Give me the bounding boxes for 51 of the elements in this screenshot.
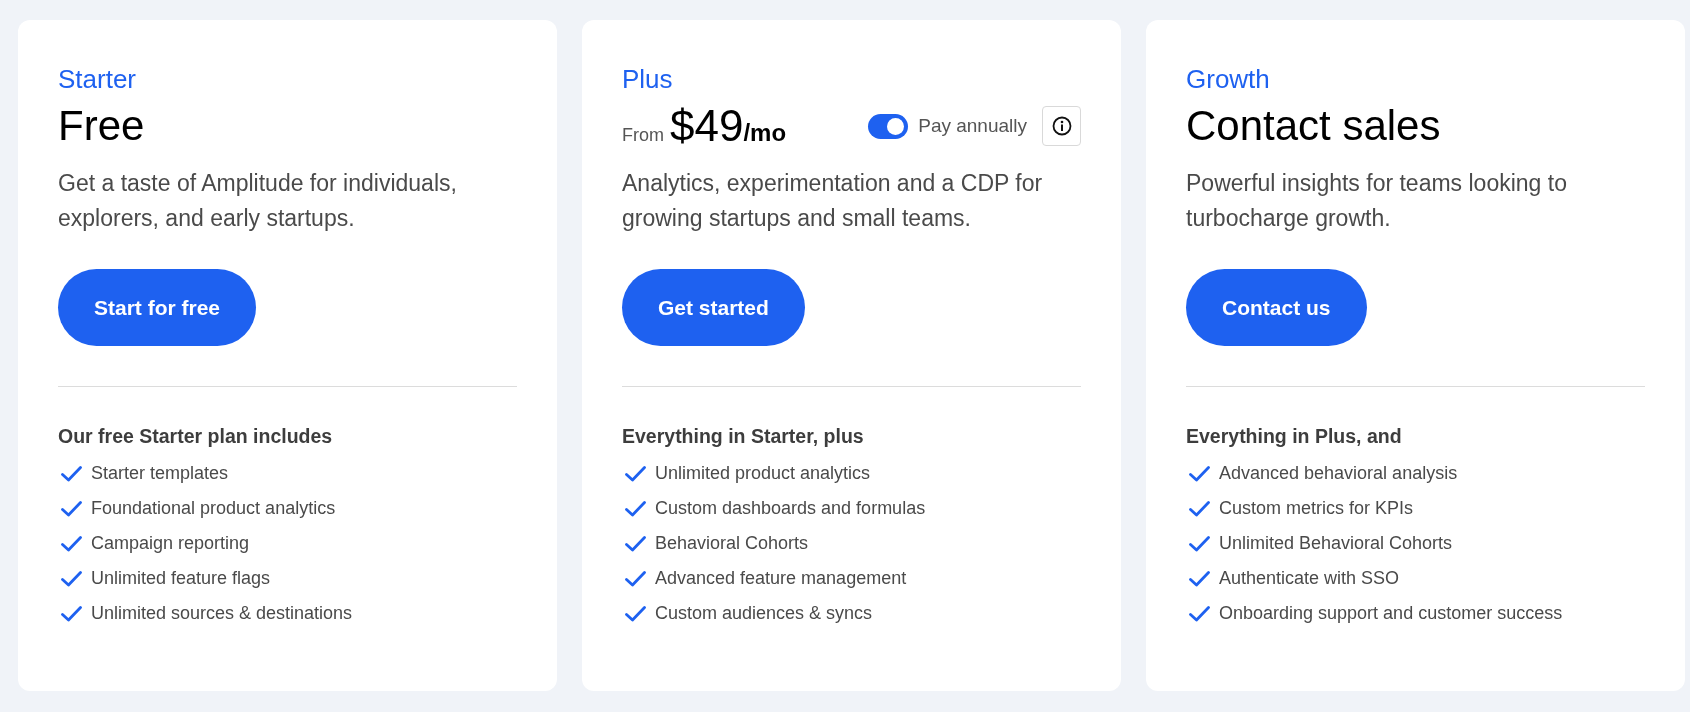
check-icon xyxy=(61,605,82,622)
plan-name: Starter xyxy=(58,65,137,94)
info-icon xyxy=(1051,116,1072,136)
check-icon xyxy=(625,605,646,622)
check-icon xyxy=(1189,570,1210,587)
check-icon xyxy=(1189,465,1210,482)
check-icon xyxy=(625,500,646,517)
feature-text: Advanced behavioral analysis xyxy=(1219,463,1458,484)
feature-text: Foundational product analytics xyxy=(91,498,336,519)
feature-text: Custom dashboards and formulas xyxy=(655,498,926,519)
feature-text: Custom audiences & syncs xyxy=(655,603,873,624)
feature-text: Unlimited sources & destinations xyxy=(91,603,353,624)
feature-text: Advanced feature management xyxy=(655,568,907,589)
check-icon xyxy=(61,500,82,517)
feature-text: Behavioral Cohorts xyxy=(655,533,809,554)
price-prefix: From xyxy=(622,125,664,146)
feature-text: Unlimited feature flags xyxy=(91,568,271,589)
plan-name: Plus xyxy=(622,65,673,94)
features-heading: Our free Starter plan includes xyxy=(58,424,333,448)
check-icon xyxy=(1189,605,1210,622)
plan-price: Free xyxy=(58,102,145,150)
check-icon xyxy=(625,570,646,587)
price-amount: $49 xyxy=(670,101,744,151)
features-heading: Everything in Starter, plus xyxy=(622,424,864,448)
cta-button[interactable]: Start for free xyxy=(58,269,257,346)
feature-text: Campaign reporting xyxy=(91,533,250,554)
plan-name: Growth xyxy=(1186,65,1270,94)
plan-description: Get a taste of Amplitude for individuals, explorers, and early startups. xyxy=(58,169,458,233)
plan-price: Contact sales xyxy=(1186,102,1441,150)
price-unit: /mo xyxy=(743,119,787,147)
toggle-label: Pay annually xyxy=(918,115,1027,137)
check-icon xyxy=(1189,500,1210,517)
feature-text: Custom metrics for KPIs xyxy=(1219,498,1414,519)
feature-text: Onboarding support and customer success xyxy=(1219,603,1563,624)
plan-description: Powerful insights for teams looking to turbocharge growth. xyxy=(1186,169,1568,233)
check-icon xyxy=(625,465,646,482)
check-icon xyxy=(61,570,82,587)
check-icon xyxy=(61,465,82,482)
cta-button[interactable]: Contact us xyxy=(1186,269,1367,346)
toggle-switch[interactable] xyxy=(868,113,909,139)
cta-button[interactable]: Get started xyxy=(622,269,805,346)
feature-text: Unlimited Behavioral Cohorts xyxy=(1219,533,1453,554)
info-button[interactable] xyxy=(1042,106,1081,146)
check-icon xyxy=(625,535,646,552)
feature-text: Starter templates xyxy=(91,463,229,484)
check-icon xyxy=(1189,535,1210,552)
check-icon xyxy=(61,535,82,552)
feature-text: Authenticate with SSO xyxy=(1219,568,1400,589)
feature-text: Unlimited product analytics xyxy=(655,463,871,484)
plan-description: Analytics, experimentation and a CDP for growing startups and small teams. xyxy=(622,169,1044,233)
features-heading: Everything in Plus, and xyxy=(1186,424,1402,448)
